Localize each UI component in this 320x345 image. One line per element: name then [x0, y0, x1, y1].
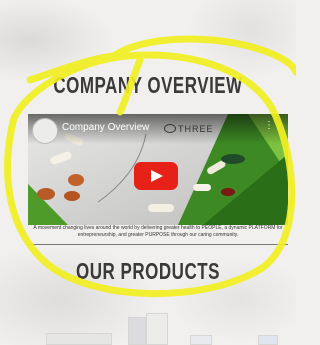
more-options-icon[interactable]: ⋮	[264, 121, 274, 131]
our-products-heading: OUR PRODUCTS	[76, 258, 220, 285]
company-overview-heading: COMPANY OVERVIEW	[53, 72, 243, 99]
play-button[interactable]	[134, 162, 178, 190]
product-package[interactable]	[258, 335, 278, 345]
channel-avatar[interactable]	[32, 118, 58, 144]
brand-logo-icon	[164, 124, 176, 133]
product-box[interactable]	[46, 333, 112, 345]
products-preview	[0, 298, 296, 345]
video-player[interactable]: Company Overview THREE ⋮	[28, 114, 288, 225]
brand-label: THREE	[178, 124, 214, 134]
video-caption: A movement changing lives around the wor…	[33, 225, 283, 238]
product-bottle[interactable]	[128, 317, 146, 345]
product-packet[interactable]	[190, 335, 212, 345]
video-title[interactable]: Company Overview	[62, 122, 149, 133]
product-carton[interactable]	[146, 313, 168, 345]
section-divider	[28, 244, 288, 245]
